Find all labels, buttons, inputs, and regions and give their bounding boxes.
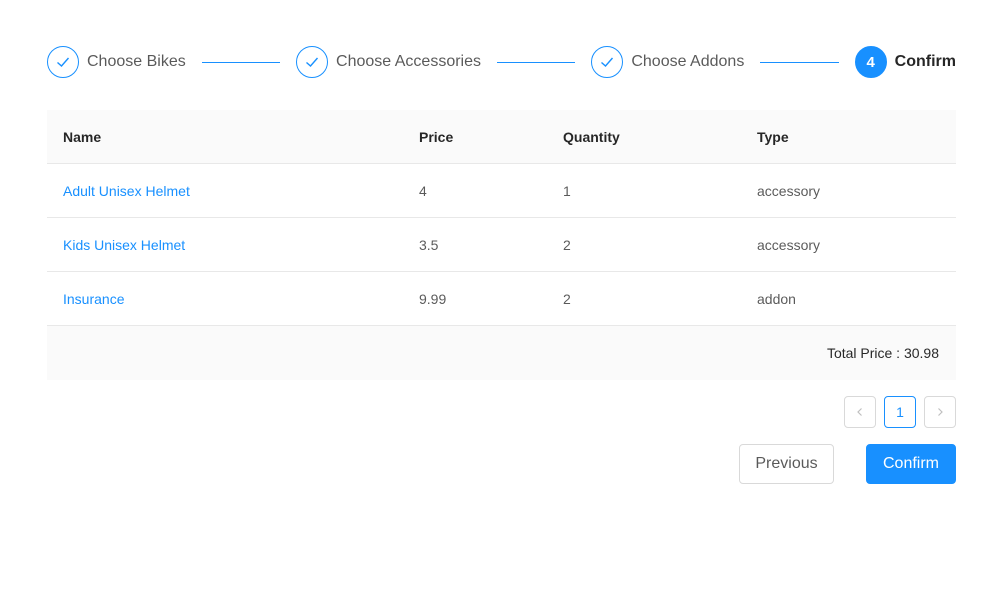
- column-header-name: Name: [63, 128, 102, 145]
- step-title: Choose Addons: [631, 53, 745, 70]
- pagination-next-button[interactable]: [924, 396, 956, 428]
- table-footer: Total Price : 30.98: [47, 326, 956, 380]
- item-type: accessory: [757, 236, 821, 253]
- item-quantity: 1: [563, 182, 571, 199]
- step-choose-bikes: Choose Bikes: [47, 46, 186, 78]
- check-icon: [296, 46, 329, 78]
- step-title: Choose Bikes: [87, 53, 186, 70]
- item-price: 4: [419, 182, 427, 199]
- column-header-quantity: Quantity: [563, 128, 620, 145]
- steps-progress: Choose Bikes Choose Accessories Choose A…: [47, 46, 956, 78]
- item-price: 9.99: [419, 290, 447, 307]
- step-choose-accessories: Choose Accessories: [296, 46, 481, 78]
- step-title: Choose Accessories: [336, 53, 482, 70]
- item-name-link[interactable]: Kids Unisex Helmet: [63, 237, 185, 253]
- item-name-link[interactable]: Insurance: [63, 291, 124, 307]
- order-table: Name Price Quantity Type Adult Unisex He…: [47, 110, 956, 380]
- table-row: Kids Unisex Helmet 3.5 2 accessory: [47, 218, 956, 272]
- step-number: 4: [854, 46, 887, 78]
- total-price: Total Price : 30.98: [826, 345, 939, 361]
- pagination: 1: [844, 396, 956, 428]
- previous-button[interactable]: Previous: [739, 444, 834, 484]
- item-type: accessory: [757, 182, 821, 199]
- step-connector: [201, 61, 281, 63]
- check-icon: [591, 46, 624, 78]
- pagination-prev-button[interactable]: [844, 396, 876, 428]
- chevron-right-icon: [938, 408, 943, 416]
- column-header-price: Price: [419, 128, 454, 145]
- item-quantity: 2: [563, 290, 571, 307]
- pagination-page-1[interactable]: 1: [884, 396, 916, 428]
- check-icon: [47, 46, 79, 78]
- step-title: Confirm: [894, 53, 956, 70]
- item-price: 3.5: [419, 236, 439, 253]
- item-name-link[interactable]: Adult Unisex Helmet: [63, 183, 190, 199]
- confirm-button[interactable]: Confirm: [866, 444, 956, 484]
- step-connector: [760, 61, 839, 63]
- table-row: Insurance 9.99 2 addon: [47, 272, 956, 326]
- item-quantity: 2: [563, 236, 571, 253]
- step-connector: [497, 61, 576, 63]
- chevron-left-icon: [857, 408, 862, 416]
- step-choose-addons: Choose Addons: [591, 46, 744, 78]
- item-type: addon: [757, 290, 796, 307]
- table-header: Name Price Quantity Type: [47, 110, 956, 164]
- column-header-type: Type: [757, 128, 789, 145]
- table-row: Adult Unisex Helmet 4 1 accessory: [47, 164, 956, 218]
- step-confirm: 4 Confirm: [854, 46, 956, 78]
